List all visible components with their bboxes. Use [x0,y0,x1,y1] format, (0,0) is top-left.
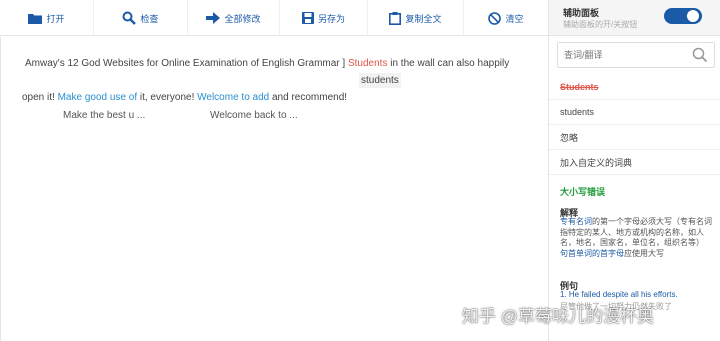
watermark: 知乎 @草莓味儿的漫杯奥 [462,307,654,326]
line2-text: open it! [22,92,55,103]
assist-panel: 辅助面板 辅助面板的开/关按钮 Students students 忽略 加入自… [548,0,720,341]
search-icon[interactable] [692,47,708,68]
ignore-option[interactable]: 忽略 [549,125,720,150]
error-category: 大小写错误 [560,187,606,197]
modify-all-label: 全部修改 [224,13,261,24]
copy-all-label: 复制全文 [405,13,442,24]
open-button[interactable]: 打开 [0,0,94,36]
modify-all-button[interactable]: 全部修改 [188,0,280,36]
suggestion-text: students [560,107,595,117]
add-dict-option[interactable]: 加入自定义的词典 [549,150,720,175]
check-label: 检查 [140,13,159,24]
text-editor[interactable]: Amway's 12 God Websites for Online Exami… [0,37,548,341]
error-word[interactable]: Students [348,58,387,69]
arrow-right-icon [206,12,221,24]
clear-button[interactable]: 清空 [464,0,548,36]
clear-label: 清空 [505,13,524,24]
explain-text: 专有名词的第一个字母必须大写（专有名词指特定的某人、地方或机构的名称，如人名，地… [560,217,716,259]
line1-text: Amway's 12 God Websites for Online Exami… [25,58,346,69]
lookup-search-box [557,42,715,68]
folder-icon [28,13,43,24]
inline-suggestion[interactable]: students [359,73,401,88]
link-preview-2: Welcome back to ... [210,110,298,121]
copy-all-button[interactable]: 复制全文 [368,0,464,36]
line2-mid-text: it, everyone! [139,92,195,103]
open-label: 打开 [46,13,65,24]
explain-body-2: 应使用大写 [624,248,664,258]
add-dict-label: 加入自定义的词典 [560,157,633,168]
explain-link-sentence-start[interactable]: 句首单词的首字母 [560,249,624,258]
clipboard-icon [389,11,402,25]
magnifier-icon [122,11,137,25]
link-welcome-to-add[interactable]: Welcome to add [197,92,269,103]
ban-icon [488,11,502,25]
example-sentence-1: 1. He failed despite all his efforts. [560,290,678,299]
check-button[interactable]: 检查 [94,0,188,36]
save-as-label: 另存为 [317,13,345,24]
line2-end-text: and recommend! [272,92,348,103]
save-as-button[interactable]: 另存为 [280,0,368,36]
floppy-disk-icon [301,12,314,24]
lookup-input[interactable] [564,48,690,62]
editor-line-1: Amway's 12 God Websites for Online Exami… [25,58,509,69]
editor-line-2: open it! Make good use of it, everyone! … [22,92,347,103]
link-preview-1: Make the best u ... [63,110,146,121]
line1-end-text: in the wall can also happily [390,58,510,69]
toggle-knob [687,10,699,22]
panel-title: 辅助面板 [563,8,600,18]
ignore-label: 忽略 [560,132,579,143]
panel-suggestion[interactable]: students [549,100,720,125]
explain-link-proper-noun[interactable]: 专有名词 [560,217,592,226]
panel-toggle[interactable] [664,8,702,24]
toolbar: 打开 检查 全部修改 另存为 复制全文 清空 [0,0,548,36]
link-make-good-use[interactable]: Make good use of [58,92,138,103]
panel-subtitle: 辅助面板的开/关按钮 [563,20,638,29]
panel-error-word: Students [549,75,720,100]
panel-header: 辅助面板 辅助面板的开/关按钮 [549,0,720,36]
struck-word: Students [560,82,599,92]
